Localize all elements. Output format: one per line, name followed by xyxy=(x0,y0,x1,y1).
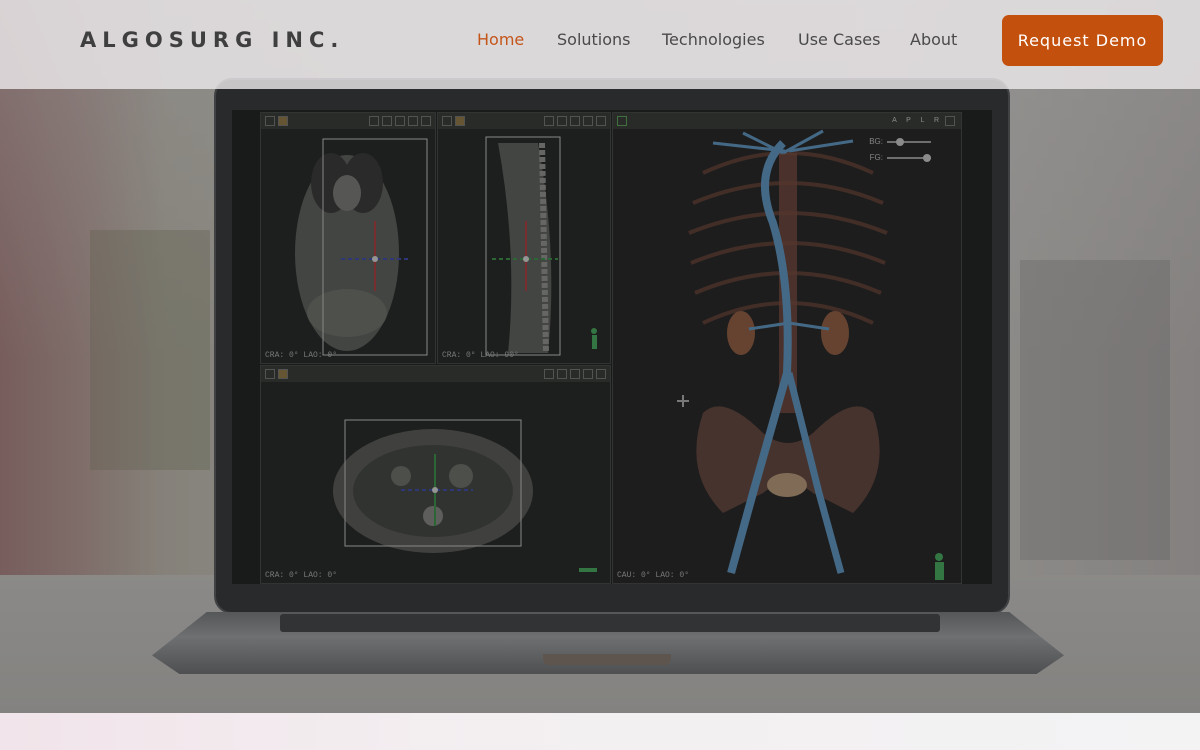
request-demo-button[interactable]: Request Demo xyxy=(1002,15,1163,66)
nav-use-cases-link[interactable]: Use Cases xyxy=(798,30,880,49)
nav-home-link[interactable]: Home xyxy=(477,30,524,49)
nav-solutions-link[interactable]: Solutions xyxy=(557,30,631,49)
next-section-strip xyxy=(0,713,1200,750)
hero-image: CRA: 0° LAO: 0° CRA: 0° LAO: 90° CRA: 0°… xyxy=(0,0,1200,713)
brand-logo[interactable]: ALGOSURG INC. xyxy=(80,28,344,52)
top-navbar: ALGOSURG INC. Home Solutions Technologie… xyxy=(0,0,1200,89)
nav-technologies-link[interactable]: Technologies xyxy=(662,30,765,49)
hero-dark-overlay xyxy=(0,0,1200,713)
nav-about-link[interactable]: About xyxy=(910,30,957,49)
